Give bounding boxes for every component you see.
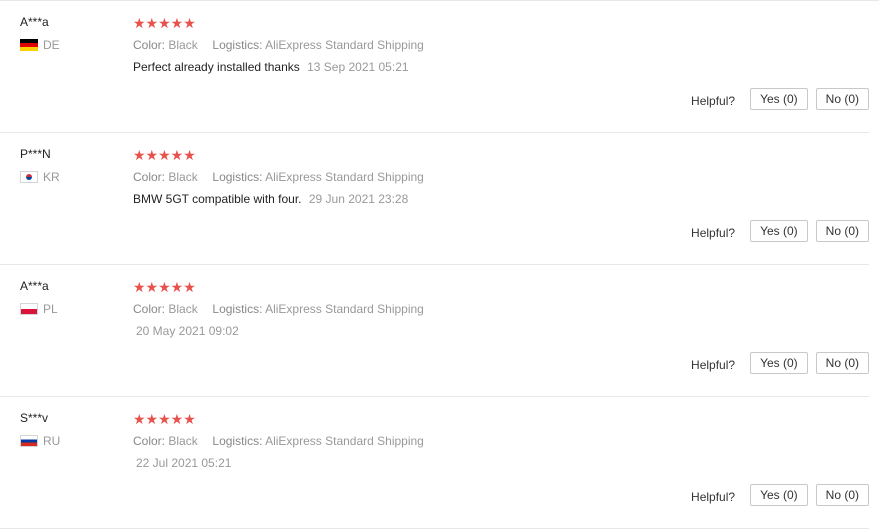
helpful-label: Helpful? <box>691 489 736 504</box>
reviewer-name: S***v <box>20 411 49 425</box>
reviewer-info: S***v RU <box>20 411 60 448</box>
helpful-no-button[interactable]: No (0) <box>815 88 869 110</box>
reviewer-country: DE <box>20 38 60 52</box>
review-content: ★★★★★ Color: Black Logistics: AliExpress… <box>133 411 424 471</box>
helpful-controls: Helpful? Yes (0) No (0) <box>691 88 869 110</box>
star-rating: ★★★★★ <box>133 279 196 295</box>
star-rating: ★★★★★ <box>133 147 196 163</box>
review-item: A***a PL ★★★★★ Color: Black Logistics: A… <box>0 265 869 397</box>
reviewer-country: RU <box>20 434 60 448</box>
color-label: Color: <box>133 38 166 52</box>
review-content: ★★★★★ Color: Black Logistics: AliExpress… <box>133 15 424 75</box>
pl-flag-icon <box>20 303 38 315</box>
review-item: A***a DE ★★★★★ Color: Black Logistics: A… <box>0 1 869 133</box>
review-meta: Color: Black Logistics: AliExpress Stand… <box>133 37 424 53</box>
color-label: Color: <box>133 170 166 184</box>
review-item: S***v RU ★★★★★ Color: Black Logistics: A… <box>0 397 869 529</box>
helpful-yes-button[interactable]: Yes (0) <box>750 484 808 506</box>
country-code: DE <box>43 38 60 52</box>
helpful-no-button[interactable]: No (0) <box>815 220 869 242</box>
reviews-list: A***a DE ★★★★★ Color: Black Logistics: A… <box>0 0 879 529</box>
logistics-label: Logistics: <box>212 170 263 184</box>
logistics-label: Logistics: <box>212 434 263 448</box>
review-date: 22 Jul 2021 05:21 <box>136 456 232 470</box>
reviewer-info: A***a PL <box>20 279 58 316</box>
reviewer-name: A***a <box>20 15 49 29</box>
review-text: Perfect already installed thanks <box>133 60 300 74</box>
country-code: KR <box>43 170 60 184</box>
review-meta: Color: Black Logistics: AliExpress Stand… <box>133 301 424 317</box>
helpful-controls: Helpful? Yes (0) No (0) <box>691 484 869 506</box>
review-date: 20 May 2021 09:02 <box>136 324 239 338</box>
review-text-line: Perfect already installed thanks 13 Sep … <box>133 59 424 75</box>
review-text-line: 22 Jul 2021 05:21 <box>133 455 424 471</box>
color-label: Color: <box>133 434 166 448</box>
review-date: 13 Sep 2021 05:21 <box>307 60 409 74</box>
helpful-label: Helpful? <box>691 357 736 372</box>
helpful-controls: Helpful? Yes (0) No (0) <box>691 352 869 374</box>
de-flag-icon <box>20 39 38 51</box>
reviewer-name: P***N <box>20 147 51 161</box>
reviewer-country: PL <box>20 302 58 316</box>
reviewer-country: KR <box>20 170 60 184</box>
helpful-no-button[interactable]: No (0) <box>815 484 869 506</box>
reviewer-info: P***N KR <box>20 147 60 184</box>
color-value: Black <box>168 38 198 52</box>
logistics-value: AliExpress Standard Shipping <box>265 434 424 448</box>
helpful-controls: Helpful? Yes (0) No (0) <box>691 220 869 242</box>
kr-flag-icon <box>20 171 38 183</box>
color-value: Black <box>168 302 198 316</box>
review-content: ★★★★★ Color: Black Logistics: AliExpress… <box>133 279 424 339</box>
helpful-label: Helpful? <box>691 93 736 108</box>
color-value: Black <box>168 170 198 184</box>
color-value: Black <box>168 434 198 448</box>
logistics-label: Logistics: <box>212 38 263 52</box>
review-meta: Color: Black Logistics: AliExpress Stand… <box>133 169 424 185</box>
star-rating: ★★★★★ <box>133 411 196 427</box>
star-rating: ★★★★★ <box>133 15 196 31</box>
reviewer-name: A***a <box>20 279 49 293</box>
country-code: PL <box>43 302 58 316</box>
reviewer-info: A***a DE <box>20 15 60 52</box>
color-label: Color: <box>133 302 166 316</box>
helpful-no-button[interactable]: No (0) <box>815 352 869 374</box>
ru-flag-icon <box>20 435 38 447</box>
review-meta: Color: Black Logistics: AliExpress Stand… <box>133 433 424 449</box>
helpful-yes-button[interactable]: Yes (0) <box>750 220 808 242</box>
helpful-yes-button[interactable]: Yes (0) <box>750 352 808 374</box>
logistics-value: AliExpress Standard Shipping <box>265 38 424 52</box>
logistics-label: Logistics: <box>212 302 263 316</box>
review-content: ★★★★★ Color: Black Logistics: AliExpress… <box>133 147 424 207</box>
logistics-value: AliExpress Standard Shipping <box>265 302 424 316</box>
review-date: 29 Jun 2021 23:28 <box>308 192 409 206</box>
country-code: RU <box>43 434 61 448</box>
logistics-value: AliExpress Standard Shipping <box>265 170 424 184</box>
review-text: BMW 5GT compatible with four. <box>133 192 302 206</box>
review-item: P***N KR ★★★★★ Color: Black Logistics: A… <box>0 133 869 265</box>
review-text-line: BMW 5GT compatible with four. 29 Jun 202… <box>133 191 424 207</box>
helpful-yes-button[interactable]: Yes (0) <box>750 88 808 110</box>
helpful-label: Helpful? <box>691 225 736 240</box>
review-text-line: 20 May 2021 09:02 <box>133 323 424 339</box>
